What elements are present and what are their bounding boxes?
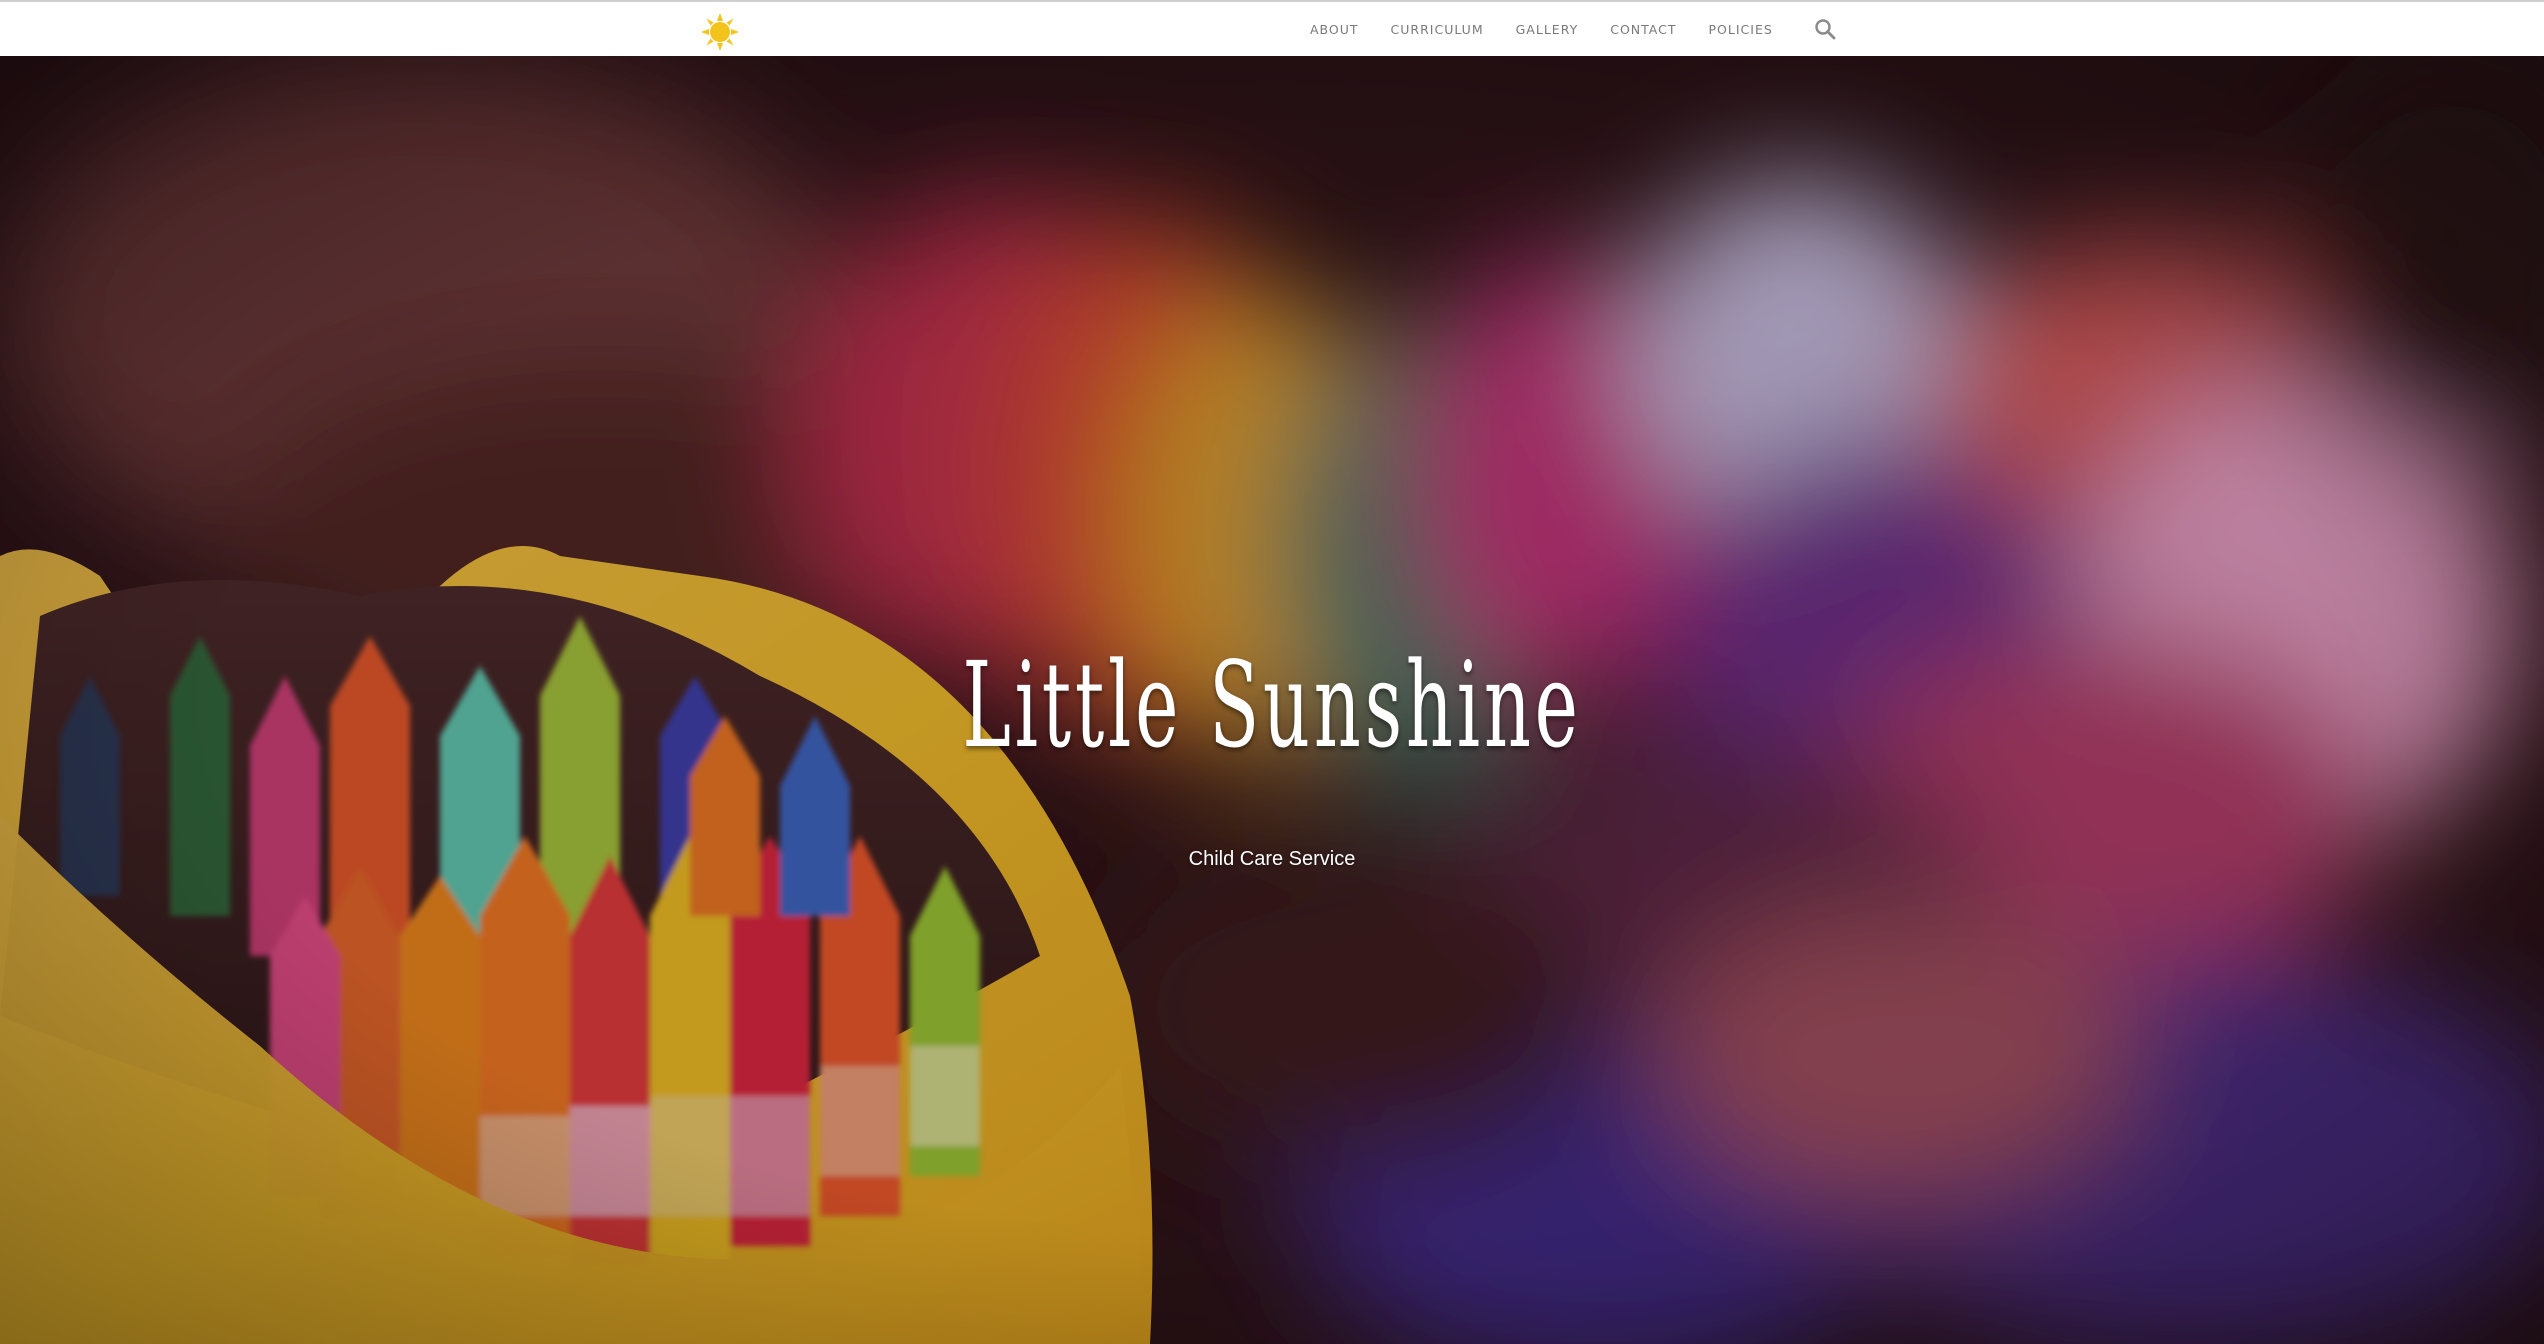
hero-section: Little Sunshine Child Care Service bbox=[0, 56, 2544, 1344]
nav-curriculum[interactable]: CURRICULUM bbox=[1391, 22, 1484, 37]
search-icon[interactable] bbox=[1813, 17, 1837, 41]
hero-title: Little Sunshine bbox=[962, 636, 1582, 774]
nav-contact[interactable]: CONTACT bbox=[1610, 22, 1676, 37]
nav-policies[interactable]: POLICIES bbox=[1709, 22, 1773, 37]
hero-subtitle: Child Care Service bbox=[1188, 848, 1356, 870]
main-nav: ABOUT CURRICULUM GALLERY CONTACT POLICIE… bbox=[1310, 2, 1805, 56]
sun-icon[interactable] bbox=[700, 12, 740, 52]
page: ABOUT CURRICULUM GALLERY CONTACT POLICIE… bbox=[0, 0, 2544, 1344]
nav-gallery[interactable]: GALLERY bbox=[1516, 22, 1579, 37]
nav-about[interactable]: ABOUT bbox=[1310, 22, 1359, 37]
site-header: ABOUT CURRICULUM GALLERY CONTACT POLICIE… bbox=[0, 0, 2544, 56]
